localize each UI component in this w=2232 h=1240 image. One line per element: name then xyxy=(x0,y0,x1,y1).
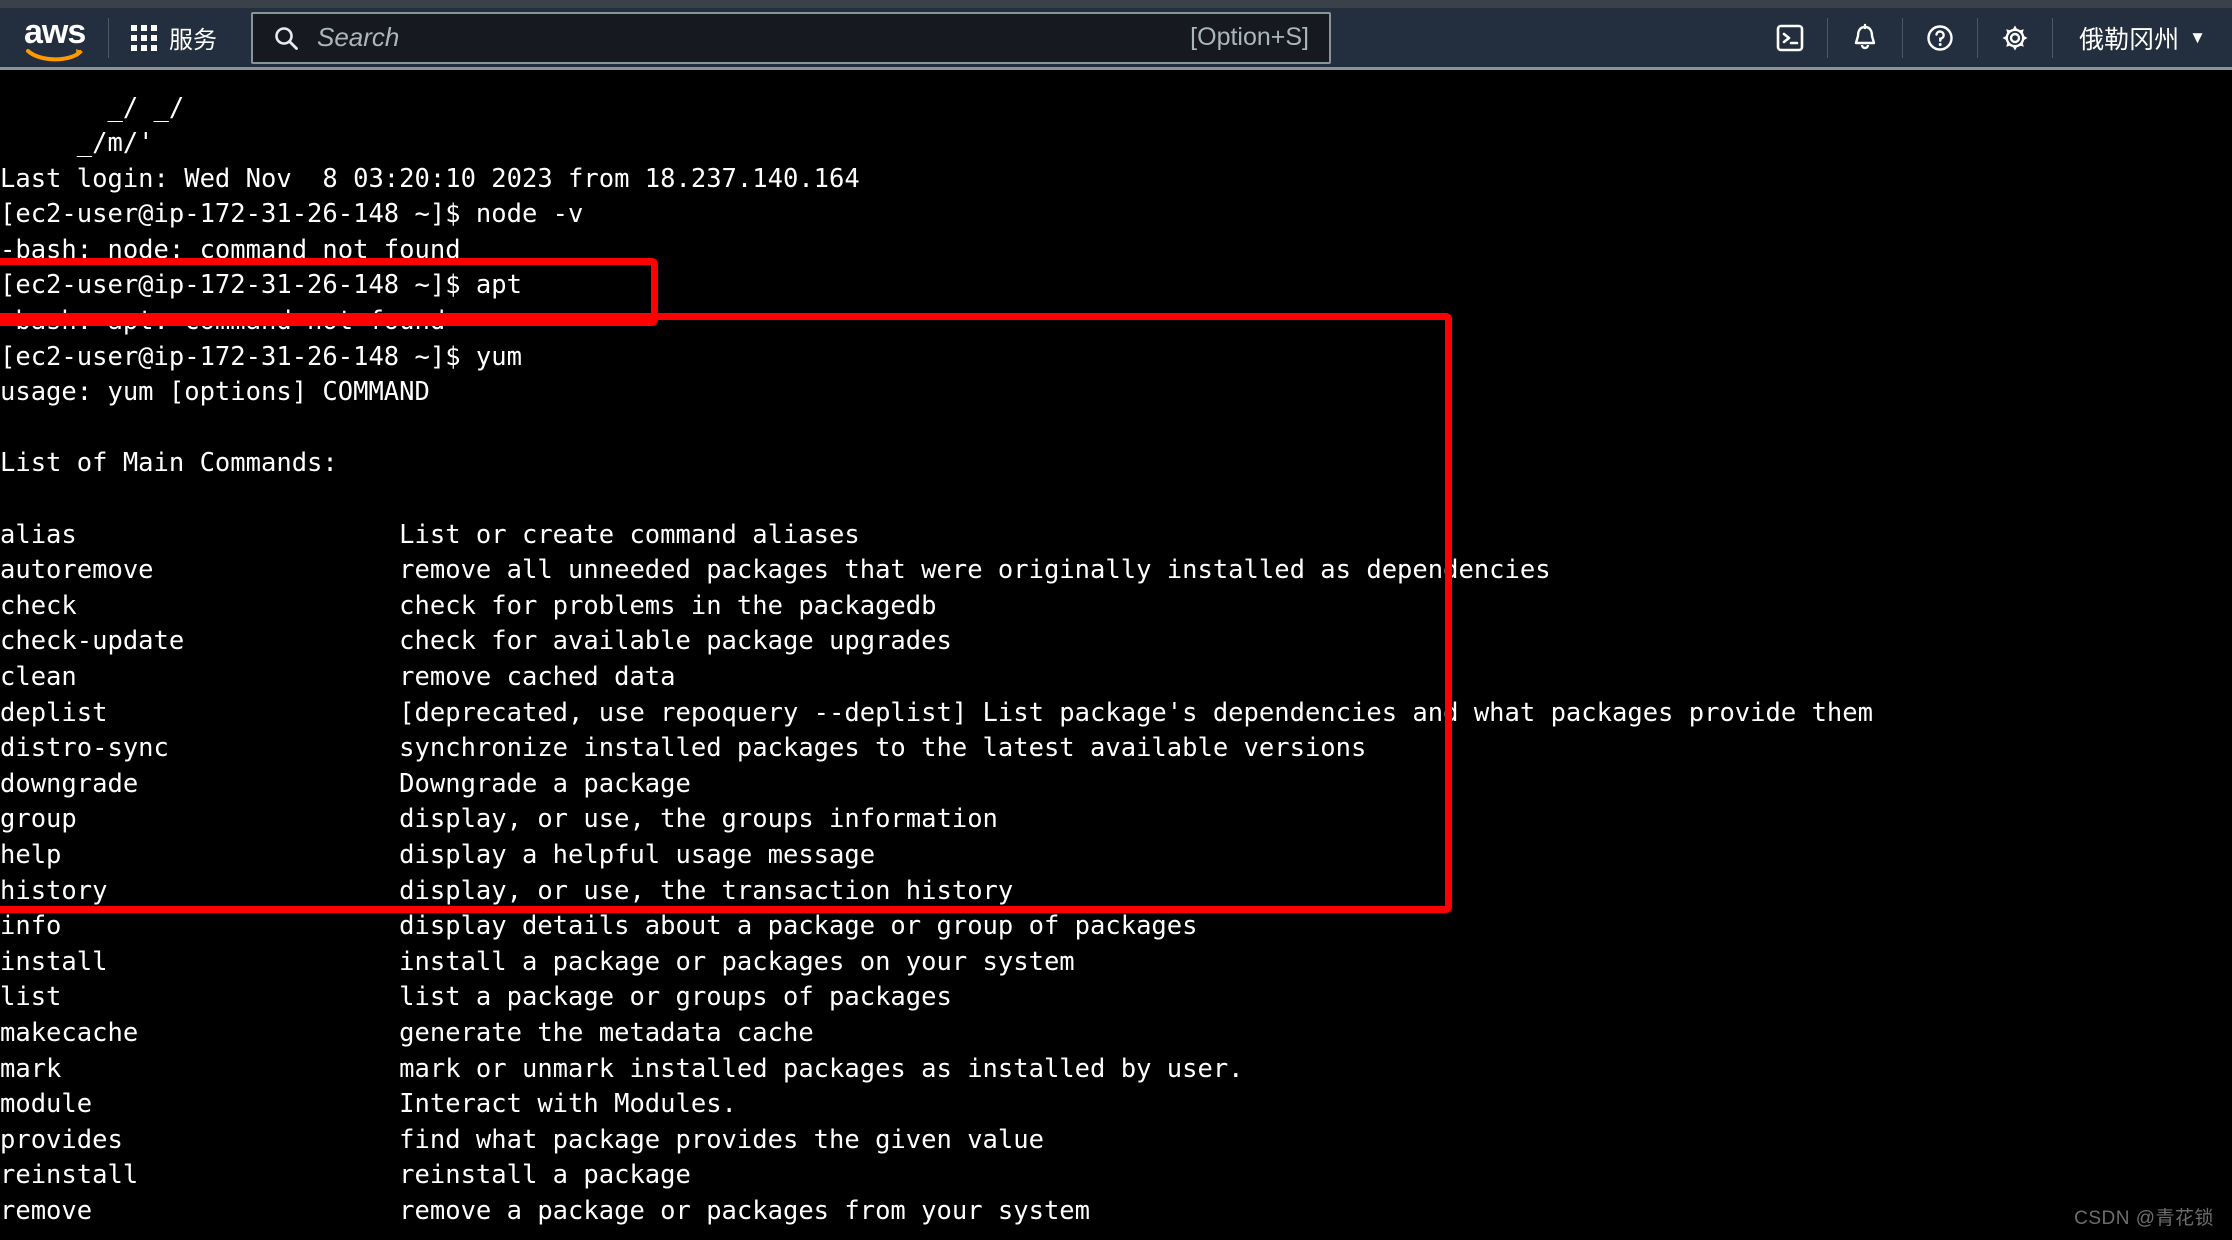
aws-wordmark: aws xyxy=(24,12,86,51)
ssh-terminal-output[interactable]: _/ _/ _/m/' Last login: Wed Nov 8 03:20:… xyxy=(0,73,2232,1240)
search-shortcut-hint: [Option+S] xyxy=(1190,23,1309,51)
terminal-text: _/ _/ _/m/' Last login: Wed Nov 8 03:20:… xyxy=(0,92,1873,1226)
services-label: 服务 xyxy=(169,27,217,54)
chevron-down-icon: ▼ xyxy=(2189,28,2206,47)
region-selector[interactable]: 俄勒冈州 ▼ xyxy=(2053,7,2232,69)
aws-smile-icon xyxy=(26,47,86,63)
aws-logo[interactable]: aws xyxy=(14,7,108,69)
notifications-button[interactable] xyxy=(1828,7,1902,69)
help-button[interactable] xyxy=(1903,7,1977,69)
header-right-actions: 俄勒冈州 ▼ xyxy=(1753,7,2232,69)
cloudshell-button[interactable] xyxy=(1753,7,1827,69)
search-input[interactable] xyxy=(315,21,1181,54)
global-search-box[interactable]: [Option+S] xyxy=(251,11,1331,64)
question-help-icon xyxy=(1925,23,1955,53)
csdn-watermark: CSDN @青花锁 xyxy=(2074,1208,2214,1229)
aws-console-header: aws 服务 [Option+S] xyxy=(0,8,2232,70)
bell-notifications-icon xyxy=(1850,23,1880,53)
region-label: 俄勒冈州 xyxy=(2079,25,2180,54)
settings-button[interactable] xyxy=(1978,7,2052,69)
grid-apps-icon xyxy=(131,24,157,51)
gear-settings-icon xyxy=(2000,23,2030,53)
cloudshell-icon xyxy=(1775,23,1805,53)
services-menu-button[interactable]: 服务 xyxy=(109,7,239,69)
search-icon xyxy=(273,25,299,51)
